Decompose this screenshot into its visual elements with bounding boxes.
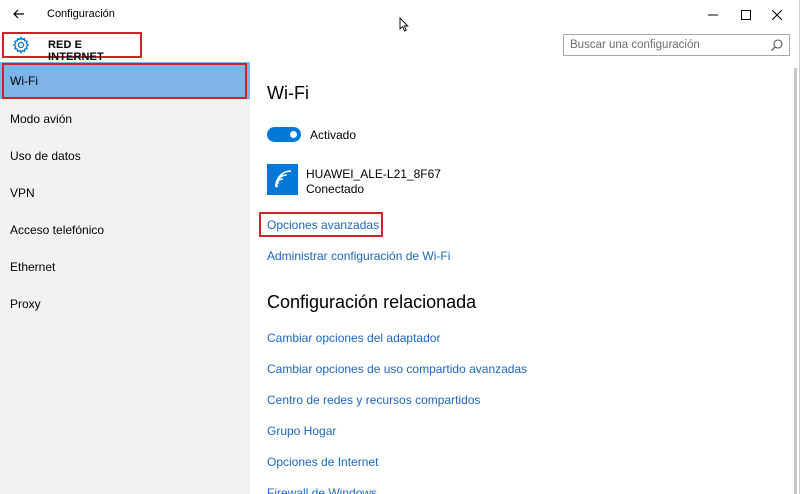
network-center-link[interactable]: Centro de redes y recursos compartidos — [267, 393, 480, 407]
wifi-signal-icon — [275, 170, 292, 188]
back-button[interactable] — [5, 3, 33, 25]
sidebar-item-label: Modo avión — [10, 112, 73, 126]
sidebar: Wi-Fi Modo avión Uso de datos VPN Acceso… — [0, 62, 250, 494]
internet-options-link[interactable]: Opciones de Internet — [267, 455, 378, 469]
page-title: Wi-Fi — [267, 83, 309, 103]
windows-firewall-link[interactable]: Firewall de Windows — [267, 486, 377, 494]
sidebar-item-data-usage[interactable]: Uso de datos — [0, 137, 250, 174]
sidebar-item-dial-up[interactable]: Acceso telefónico — [0, 211, 250, 248]
sidebar-item-airplane-mode[interactable]: Modo avión — [0, 100, 250, 137]
related-settings-heading: Configuración relacionada — [267, 292, 477, 312]
sidebar-item-label: Uso de datos — [10, 149, 81, 163]
manage-wifi-link[interactable]: Administrar configuración de Wi-Fi — [267, 249, 450, 263]
sidebar-item-proxy[interactable]: Proxy — [0, 285, 250, 322]
gear-icon — [12, 36, 30, 54]
sidebar-item-label: Acceso telefónico — [10, 223, 105, 237]
section-title: RED E INTERNET — [48, 39, 104, 63]
settings-window: Configuración RED E INTERNET Buscar una … — [0, 0, 800, 494]
sidebar-item-label: Wi-Fi — [10, 74, 38, 88]
scrollbar[interactable] — [790, 62, 799, 494]
search-box[interactable] — [563, 34, 790, 56]
main-content: Wi-Fi Activado HUAWEI_ALE-L21_8F67 Conec… — [250, 62, 790, 494]
scrollbar-thumb[interactable] — [794, 68, 797, 494]
close-icon — [772, 9, 782, 20]
window-title: Configuración — [47, 8, 115, 20]
sidebar-item-ethernet[interactable]: Ethernet — [0, 248, 250, 285]
minimize-icon — [708, 14, 718, 15]
sidebar-item-label: VPN — [10, 186, 35, 200]
sidebar-item-vpn[interactable]: VPN — [0, 174, 250, 211]
maximize-icon — [741, 9, 751, 20]
search-icon[interactable] — [770, 38, 784, 52]
advanced-sharing-link[interactable]: Cambiar opciones de uso compartido avanz… — [267, 362, 527, 376]
section-header: RED E INTERNET — [2, 32, 142, 63]
homegroup-link[interactable]: Grupo Hogar — [267, 424, 336, 438]
network-status: Conectado — [306, 182, 365, 196]
network-name: HUAWEI_ALE-L21_8F67 — [306, 167, 441, 181]
adapter-options-link[interactable]: Cambiar opciones del adaptador — [267, 331, 440, 345]
close-button[interactable] — [754, 0, 799, 29]
back-arrow-icon — [13, 9, 24, 19]
sidebar-item-label: Proxy — [10, 297, 41, 311]
search-input[interactable] — [570, 37, 760, 53]
title-bar: Configuración — [0, 0, 799, 32]
sidebar-item-label: Ethernet — [10, 260, 56, 274]
sidebar-item-wifi[interactable]: Wi-Fi — [0, 62, 250, 99]
network-tile[interactable] — [267, 164, 298, 195]
advanced-options-link[interactable]: Opciones avanzadas — [267, 218, 379, 232]
mouse-cursor-icon — [399, 17, 409, 32]
wifi-toggle[interactable] — [267, 127, 301, 142]
toggle-label: Activado — [310, 128, 357, 142]
